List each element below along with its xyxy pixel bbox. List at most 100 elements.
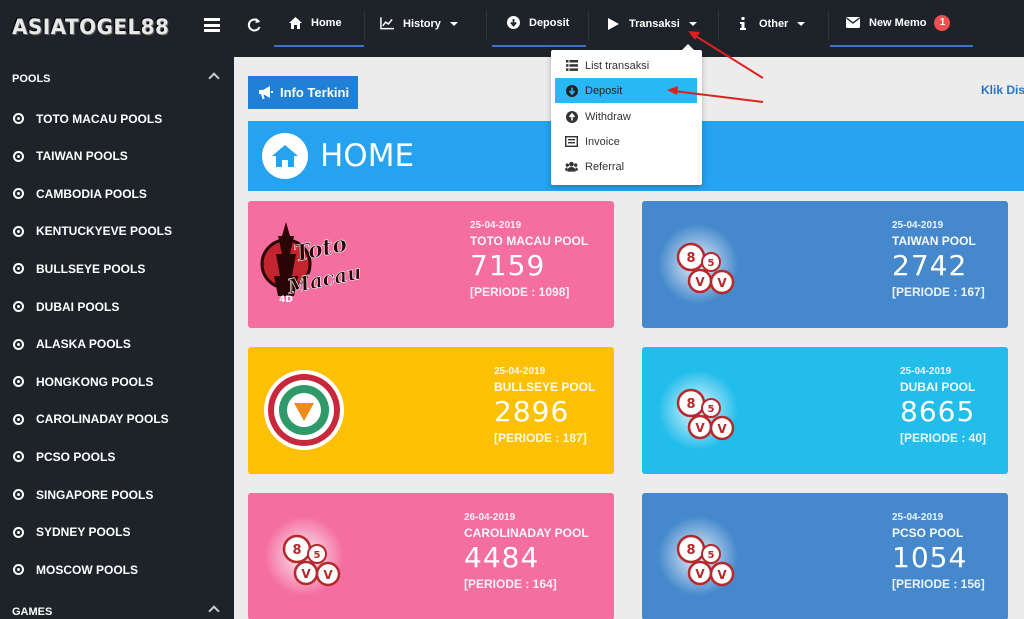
nav-new-memo[interactable]: New Memo 1: [830, 0, 973, 47]
pool-card[interactable]: Toto Macau 4D 25-04-2019 TOTO MACAU POOL 7159…: [248, 201, 614, 328]
menu-item-label: List transaksi: [585, 59, 650, 72]
sidebar-item[interactable]: TAIWAN POOLS: [0, 138, 234, 175]
sidebar-pools-header[interactable]: POOLS: [0, 57, 234, 101]
pool-periode: [PERIODE : 167]: [892, 285, 985, 299]
sidebar-item-label: SYDNEY POOLS: [36, 525, 131, 540]
menu-item-withdraw[interactable]: Withdraw: [555, 104, 697, 129]
pool-periode: [PERIODE : 164]: [464, 577, 557, 591]
play-icon: [606, 17, 620, 31]
pool-date: 25-04-2019: [892, 220, 944, 231]
menu-item-list-transaksi[interactable]: List transaksi: [555, 53, 697, 78]
sidebar-item-label: KENTUCKYEVE POOLS: [36, 224, 173, 239]
caret-down-icon: [449, 21, 458, 26]
sidebar-item[interactable]: ALASKA POOLS: [0, 326, 234, 363]
marquee-text[interactable]: Klik Dis: [981, 83, 1024, 97]
toto-macau-logo: Toto Macau 4D: [260, 214, 364, 305]
sidebar-item-label: CAMBODIA POOLS: [36, 186, 147, 201]
radio-circle-icon: [13, 526, 24, 538]
pool-periode: [PERIODE : 156]: [892, 577, 985, 591]
pool-card-info: 26-04-2019 CAROLINADAY POOL 4484 [PERIODE :…: [464, 512, 589, 591]
radio-circle-icon: [13, 225, 24, 237]
pool-result-number: 8665: [900, 395, 976, 428]
radio-circle-icon: [13, 376, 24, 388]
nav-history-label: History: [403, 17, 441, 30]
info-terkini-button[interactable]: Info Terkini: [248, 76, 358, 109]
nav-transaksi-label: Transaksi: [629, 17, 680, 30]
games-header-label: GAMES: [12, 606, 53, 618]
sidebar-games-header[interactable]: GAMES: [0, 590, 234, 619]
pool-date: 25-04-2019: [470, 220, 522, 231]
menu-item-invoice[interactable]: Invoice: [555, 129, 697, 154]
sidebar-item-label: DUBAI POOLS: [36, 299, 120, 314]
svg-text:5: 5: [708, 404, 715, 415]
bullseye-logo: [264, 365, 354, 455]
radio-circle-icon: [13, 451, 24, 463]
sidebar-item[interactable]: HONGKONG POOLS: [0, 363, 234, 400]
pool-card[interactable]: 8 5 V V 26-04-2019 CAROLINADAY POOL 4484 [PERIO…: [248, 493, 614, 619]
sidebar: POOLS TOTO MACAU POOLS TAIWAN POOLS CAMBOD…: [0, 57, 234, 619]
radio-circle-icon: [13, 188, 24, 200]
bullhorn-icon: [259, 85, 273, 100]
nav-new-memo-label: New Memo: [869, 16, 927, 29]
pool-card[interactable]: 25-04-2019 BULLSEYE POOL 2896 [PERIODE : 18…: [248, 347, 614, 474]
pool-result-number: 7159: [470, 249, 546, 282]
pool-periode: [PERIODE : 187]: [494, 431, 587, 445]
sidebar-item[interactable]: CAMBODIA POOLS: [0, 175, 234, 212]
refresh-icon[interactable]: [246, 17, 262, 33]
nav-home[interactable]: Home: [274, 0, 364, 47]
svg-text:5: 5: [708, 258, 715, 269]
pool-card-info: 25-04-2019 PCSO POOL 1054 [PERIODE : 156]: [892, 512, 985, 591]
sidebar-item[interactable]: DUBAI POOLS: [0, 288, 234, 325]
pool-card-info: 25-04-2019 TAIWAN POOL 2742 [PERIODE : 167]: [892, 220, 985, 299]
svg-text:V: V: [717, 422, 727, 436]
svg-text:8: 8: [686, 543, 695, 558]
svg-text:V: V: [717, 568, 727, 582]
arrow-circle-down-icon: [565, 84, 578, 97]
sidebar-item-label: TOTO MACAU POOLS: [36, 111, 163, 126]
users-icon: [565, 160, 578, 173]
info-icon: [736, 17, 750, 31]
lottery-balls-icon: 8 5VV: [264, 511, 354, 601]
transaksi-dropdown-menu: List transaksi Deposit Withdraw Invoice …: [551, 44, 702, 185]
svg-text:Toto: Toto: [292, 231, 350, 268]
nav-home-label: Home: [311, 16, 342, 29]
radio-circle-icon: [13, 413, 24, 425]
nav-deposit-label: Deposit: [529, 16, 570, 29]
nav-history[interactable]: History: [380, 0, 458, 47]
sidebar-item[interactable]: TOTO MACAU POOLS: [0, 100, 234, 137]
home-icon: [288, 16, 302, 30]
nav-divider: [828, 10, 829, 40]
memo-count-badge: 1: [934, 14, 951, 31]
svg-text:V: V: [695, 275, 705, 289]
sidebar-item[interactable]: SINGAPORE POOLS: [0, 476, 234, 513]
lottery-balls-icon: 8 5VV: [658, 365, 748, 455]
sidebar-item[interactable]: PCSO POOLS: [0, 438, 234, 475]
sidebar-item[interactable]: SYDNEY POOLS: [0, 514, 234, 551]
pool-card[interactable]: 8 5 V V 25-04-2019 DUBAI POOL 8665 [PERIODE : 4…: [642, 347, 1008, 474]
sidebar-item[interactable]: CAROLINADAY POOLS: [0, 401, 234, 438]
chevron-up-icon: [208, 605, 220, 617]
pool-card[interactable]: 8 5 V V 25-04-2019 TAIWAN POOL 2742 [PERIODE : …: [642, 201, 1008, 328]
menu-item-deposit[interactable]: Deposit: [555, 78, 697, 103]
sidebar-item[interactable]: KENTUCKYEVE POOLS: [0, 213, 234, 250]
sidebar-item[interactable]: MOSCOW POOLS: [0, 551, 234, 588]
lottery-balls-icon: 8 5VV: [658, 511, 748, 601]
pool-card-info: 25-04-2019 TOTO MACAU POOL 7159 [PERIODE : …: [470, 220, 588, 299]
nav-deposit[interactable]: Deposit: [492, 0, 586, 47]
pools-header-label: POOLS: [12, 73, 51, 85]
sidebar-item-label: TAIWAN POOLS: [36, 149, 128, 164]
home-icon: [262, 133, 308, 179]
info-terkini-label: Info Terkini: [280, 85, 350, 100]
svg-text:V: V: [695, 421, 705, 435]
pool-result-number: 4484: [464, 541, 540, 574]
site-logo[interactable]: ASIATOGEL88: [12, 15, 177, 41]
svg-text:V: V: [301, 567, 311, 581]
nav-divider: [718, 10, 719, 40]
nav-transaksi[interactable]: Transaksi: [606, 0, 697, 47]
menu-item-referral[interactable]: Referral: [555, 154, 697, 179]
pool-card[interactable]: 8 5 V V 25-04-2019 PCSO POOL 1054 [PERIODE : 15…: [642, 493, 1008, 619]
menu-toggle-icon[interactable]: [204, 18, 220, 32]
sidebar-item[interactable]: BULLSEYE POOLS: [0, 250, 234, 287]
nav-other[interactable]: Other: [736, 0, 806, 47]
envelope-icon: [846, 16, 860, 30]
